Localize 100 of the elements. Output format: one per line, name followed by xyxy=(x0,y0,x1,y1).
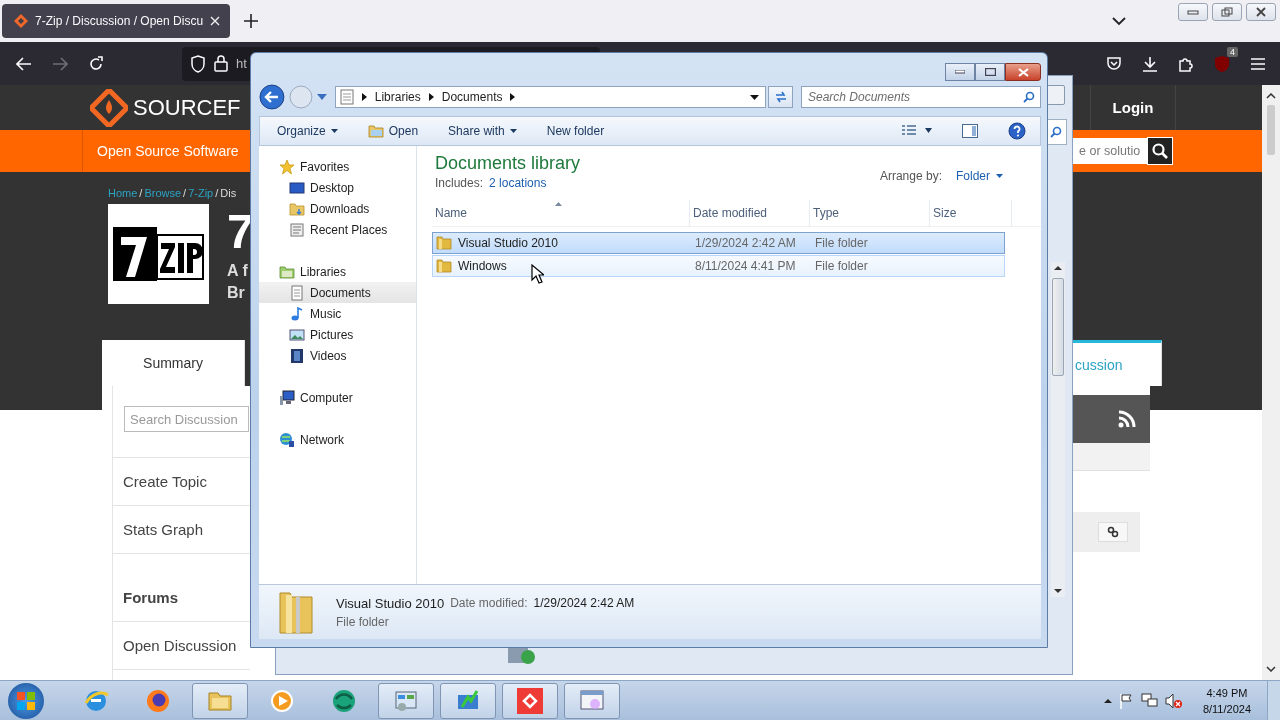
refresh-button[interactable] xyxy=(768,86,793,108)
nav-item[interactable]: Libraries xyxy=(259,261,416,282)
project-title: 7 xyxy=(227,204,254,260)
sort-arrow-icon xyxy=(555,202,562,206)
breadcrumb-segment[interactable]: Documents xyxy=(441,90,503,104)
close-icon[interactable] xyxy=(210,16,221,26)
back-icon[interactable] xyxy=(16,56,32,71)
logo-icon[interactable] xyxy=(90,88,128,127)
scroll-down-icon[interactable] xyxy=(1054,589,1062,594)
column-header[interactable]: Size xyxy=(930,200,1012,226)
search-icon xyxy=(1152,143,1168,159)
breadcrumb-separator: / xyxy=(215,187,219,199)
scroll-up-icon[interactable] xyxy=(1054,265,1062,270)
speaker-muted-icon[interactable] xyxy=(1164,692,1183,709)
flag-icon[interactable] xyxy=(1118,692,1135,709)
arrow-icon[interactable] xyxy=(428,93,434,101)
site-logo-text[interactable]: SOURCEF xyxy=(133,94,241,121)
nav-item[interactable]: Recent Places xyxy=(259,219,416,240)
help-icon[interactable] xyxy=(1008,122,1026,140)
address-bar[interactable]: Libraries Documents xyxy=(334,86,767,108)
download-icon[interactable] xyxy=(1142,55,1158,72)
breadcrumb-link[interactable]: Browse xyxy=(144,187,182,199)
arrange-label: Arrange by: xyxy=(879,169,942,183)
page-tab[interactable]: Summary xyxy=(102,340,245,386)
maximize-button[interactable] xyxy=(975,63,1005,81)
restore-button[interactable] xyxy=(1212,3,1242,21)
toolbar-button[interactable]: Organize xyxy=(277,124,338,138)
locations-link[interactable]: 2 locations xyxy=(489,176,547,190)
minimize-button[interactable] xyxy=(1178,3,1208,21)
taskbar-app[interactable] xyxy=(564,682,620,719)
shield-icon[interactable] xyxy=(190,54,206,73)
close-button[interactable] xyxy=(1246,3,1276,21)
nav-item[interactable]: Downloads xyxy=(259,198,416,219)
folder-icon xyxy=(436,259,452,273)
nav-item[interactable]: Videos xyxy=(259,345,416,366)
lock-icon[interactable] xyxy=(214,55,228,72)
nav-item[interactable]: Favorites xyxy=(259,156,416,177)
toolbar-button[interactable]: Share with xyxy=(448,124,517,138)
breadcrumb-separator: / xyxy=(183,187,187,199)
toolbar-button[interactable]: New folder xyxy=(546,124,605,138)
taskbar-app[interactable] xyxy=(192,682,248,719)
arrange-dropdown[interactable]: Folder xyxy=(956,169,1003,183)
folder-icon xyxy=(436,236,452,250)
puzzle-icon[interactable] xyxy=(1178,55,1194,72)
scroll-thumb[interactable] xyxy=(1052,278,1064,376)
forward-icon[interactable] xyxy=(52,56,68,71)
search-field[interactable]: Search Discussion xyxy=(124,406,249,432)
scroll-up-icon[interactable] xyxy=(1266,93,1276,99)
plus-icon[interactable] xyxy=(244,14,259,28)
breadcrumb-link[interactable]: Home xyxy=(108,187,138,199)
search-icon[interactable] xyxy=(1023,91,1035,103)
pocket-icon[interactable] xyxy=(1106,55,1122,72)
search-field[interactable]: Search Documents xyxy=(801,86,1041,108)
close-icon xyxy=(1017,67,1029,77)
permalink-button[interactable] xyxy=(1098,522,1128,542)
breadcrumb-link[interactable]: 7-Zip xyxy=(188,187,214,199)
clock-date[interactable]: 8/11/2024 xyxy=(1202,700,1251,717)
toolbar-button[interactable]: Open xyxy=(367,124,419,138)
scroll-thumb[interactable] xyxy=(1267,105,1275,155)
view-options-icon[interactable] xyxy=(902,125,932,137)
file-type: File folder xyxy=(814,236,869,250)
url-text[interactable]: ht xyxy=(236,56,247,71)
column-header[interactable]: Date modified xyxy=(690,200,810,226)
clock-time[interactable]: 4:49 PM xyxy=(1206,684,1248,701)
scroll-down-icon[interactable] xyxy=(1266,666,1276,672)
start-button[interactable] xyxy=(8,682,44,719)
selected-item-name: Visual Studio 2010 xyxy=(336,595,445,611)
nav-item[interactable]: Desktop xyxy=(259,177,416,198)
nav-item[interactable]: Pictures xyxy=(259,324,416,345)
file-date: 8/11/2024 4:41 PM xyxy=(694,259,797,273)
nav-item[interactable]: Network xyxy=(259,429,416,450)
preview-pane-icon[interactable] xyxy=(962,124,978,138)
breadcrumb-segment[interactable]: Libraries xyxy=(374,90,421,104)
scrollbar[interactable] xyxy=(1051,262,1065,597)
nav-item[interactable]: Computer xyxy=(259,387,416,408)
taskbar-app[interactable] xyxy=(378,682,434,719)
rss-icon[interactable] xyxy=(1118,410,1136,428)
browser-tab[interactable]: 7-Zip / Discussion / Open Discu xyxy=(2,4,231,38)
network-icon[interactable] xyxy=(1140,692,1159,709)
nav-item[interactable]: Music xyxy=(259,303,416,324)
arrow-icon[interactable] xyxy=(510,93,516,101)
nav-item[interactable]: Documents xyxy=(259,282,416,303)
caret-icon[interactable] xyxy=(750,94,760,100)
taskbar-app[interactable] xyxy=(502,682,558,719)
scrollbar[interactable] xyxy=(1262,85,1280,680)
back-button[interactable] xyxy=(259,84,285,110)
menu-icon[interactable] xyxy=(1250,56,1266,71)
column-header[interactable]: Type xyxy=(810,200,930,226)
close-button[interactable] xyxy=(1005,63,1041,81)
globe-icon xyxy=(279,431,295,448)
reload-icon[interactable] xyxy=(88,55,104,72)
file-row[interactable]: Visual Studio 2010 1/29/2024 2:42 AM File folder xyxy=(432,232,1005,254)
file-name: Windows xyxy=(458,259,507,273)
logo-icon xyxy=(14,14,28,28)
breadcrumb-separator: / xyxy=(139,187,143,199)
file-row[interactable]: Windows 8/11/2024 4:41 PM File folder xyxy=(432,255,1005,277)
taskbar-app[interactable] xyxy=(440,682,496,719)
chevron-down-icon[interactable] xyxy=(1112,16,1126,26)
search-field[interactable]: e or solutio xyxy=(1073,138,1147,164)
chevron-up-icon[interactable] xyxy=(1102,697,1113,704)
